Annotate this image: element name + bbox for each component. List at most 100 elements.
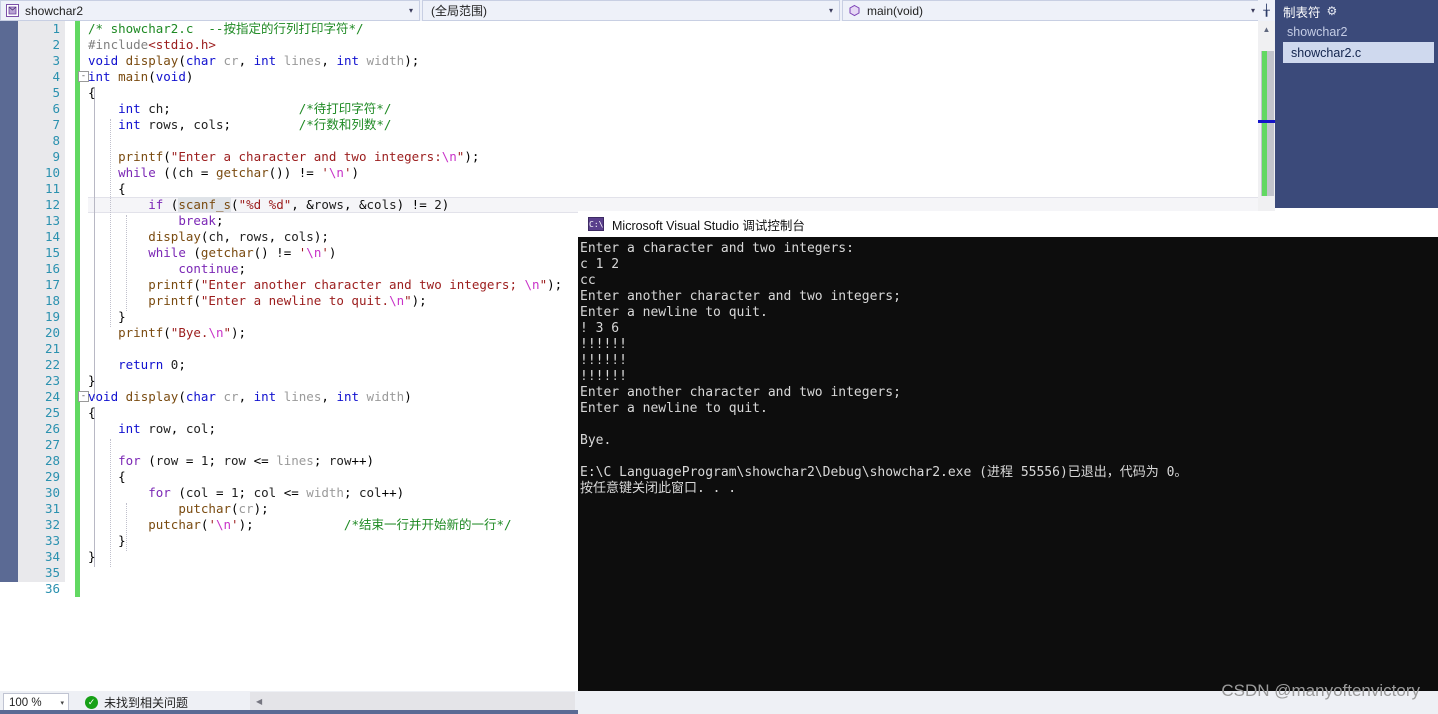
- change-bar: [75, 53, 80, 69]
- line-number: 4: [52, 69, 60, 84]
- code-text: continue;: [178, 261, 247, 276]
- change-bar: [75, 85, 80, 101]
- line-number: 35: [44, 565, 60, 580]
- console-output-line: Enter a newline to quit.: [580, 305, 768, 320]
- change-bar: [75, 229, 80, 245]
- tool-panel-header: 制表符 ⚙: [1275, 0, 1438, 22]
- console-output-line: 按任意键关闭此窗口. . .: [580, 481, 737, 496]
- code-text: void display(char cr, int lines, int wid…: [88, 53, 420, 68]
- line-number: 30: [44, 485, 60, 500]
- project-icon: [1, 0, 23, 21]
- code-line[interactable]: 8: [0, 133, 1258, 149]
- console-output: Enter a character and two integers: c 1 2…: [578, 237, 1438, 497]
- line-number: 9: [52, 149, 60, 164]
- line-number: 5: [52, 85, 60, 100]
- line-number: 2: [52, 37, 60, 52]
- console-output-line: !!!!!!: [580, 369, 627, 384]
- code-text: {: [88, 405, 96, 420]
- line-number: 18: [44, 293, 60, 308]
- scrollbar-change-bar: [1262, 51, 1267, 196]
- gear-icon[interactable]: ⚙: [1327, 4, 1338, 18]
- debug-console-window[interactable]: C:\ Microsoft Visual Studio 调试控制台 Enter …: [578, 211, 1438, 714]
- change-bar: [75, 101, 80, 117]
- change-bar: [75, 341, 80, 357]
- code-line[interactable]: 2 #include<stdio.h>: [0, 37, 1258, 53]
- change-bar: [75, 325, 80, 341]
- line-number: 20: [44, 325, 60, 340]
- change-bar: [75, 421, 80, 437]
- change-bar: [75, 501, 80, 517]
- code-text: int ch; /*待打印字符*/: [118, 101, 392, 116]
- scroll-up-arrow-icon[interactable]: ▲: [1258, 21, 1275, 37]
- console-output-line: Bye.: [580, 433, 612, 448]
- code-text: {: [88, 85, 96, 100]
- line-number: 14: [44, 229, 60, 244]
- code-text: printf("Enter another character and two …: [148, 277, 563, 292]
- tool-panel-item-project[interactable]: showchar2: [1275, 22, 1438, 42]
- code-line[interactable]: 10 while ((ch = getchar()) != '\n'): [0, 165, 1258, 181]
- project-selector-dropdown[interactable]: showchar2 ▾: [0, 0, 420, 21]
- code-text: void display(char cr, int lines, int wid…: [88, 389, 412, 404]
- split-view-button[interactable]: ╁: [1258, 0, 1275, 21]
- scope-selector-dropdown[interactable]: (全局范围) ▾: [422, 0, 840, 21]
- console-output-line: Enter a character and two integers:: [580, 241, 854, 256]
- code-line[interactable]: 9 printf("Enter a character and two inte…: [0, 149, 1258, 165]
- code-line[interactable]: 4- int main(void): [0, 69, 1258, 85]
- code-line[interactable]: 11 {: [0, 181, 1258, 197]
- change-bar: [75, 437, 80, 453]
- member-selector-dropdown[interactable]: main(void) ▾: [842, 0, 1262, 21]
- change-bar: [75, 533, 80, 549]
- change-bar: [75, 197, 80, 213]
- status-bar-accent-line: [0, 710, 578, 714]
- chevron-down-icon[interactable]: ▾: [60, 699, 64, 707]
- line-number: 7: [52, 117, 60, 132]
- navigation-bar: showchar2 ▾ (全局范围) ▾ main(void) ▾: [0, 0, 1275, 21]
- chevron-down-icon[interactable]: ▾: [403, 6, 419, 15]
- project-selector-label: showchar2: [25, 3, 84, 18]
- change-bar: [75, 293, 80, 309]
- chevron-down-icon[interactable]: ▾: [823, 6, 839, 15]
- console-icon: C:\: [588, 217, 604, 231]
- line-number: 8: [52, 133, 60, 148]
- change-bar: [75, 245, 80, 261]
- change-bar: [75, 581, 80, 597]
- code-text: int rows, cols; /*行数和列数*/: [118, 117, 392, 132]
- change-bar: [75, 485, 80, 501]
- status-message: 未找到相关问题: [104, 696, 189, 710]
- code-line[interactable]: 3 void display(char cr, int lines, int wi…: [0, 53, 1258, 69]
- console-output-line: !!!!!!: [580, 353, 627, 368]
- change-bar: [75, 565, 80, 581]
- console-output-line: ! 3 6: [580, 321, 620, 336]
- code-text: for (row = 1; row <= lines; row++): [118, 453, 375, 468]
- code-line[interactable]: 6 int ch; /*待打印字符*/: [0, 101, 1258, 117]
- zoom-level-label: 100 %: [9, 696, 42, 709]
- code-text: printf("Bye.\n");: [118, 325, 247, 340]
- line-number: 10: [44, 165, 60, 180]
- code-text: for (col = 1; col <= width; col++): [148, 485, 405, 500]
- code-text: while (getchar() != '\n'): [148, 245, 337, 260]
- change-bar: [75, 261, 80, 277]
- code-line[interactable]: 5{: [0, 85, 1258, 101]
- code-text: {: [88, 181, 126, 196]
- change-bar: [75, 453, 80, 469]
- line-number: 28: [44, 453, 60, 468]
- line-number: 19: [44, 309, 60, 324]
- code-text: }: [88, 533, 126, 548]
- console-title-label: Microsoft Visual Studio 调试控制台: [612, 218, 805, 233]
- change-bar: [75, 21, 80, 37]
- change-bar: [75, 117, 80, 133]
- scroll-left-arrow-icon[interactable]: ◀: [256, 697, 262, 706]
- console-output-line: Enter a newline to quit.: [580, 401, 768, 416]
- console-title-bar[interactable]: C:\ Microsoft Visual Studio 调试控制台: [578, 211, 1438, 237]
- line-number: 21: [44, 341, 60, 356]
- code-line[interactable]: 7 int rows, cols; /*行数和列数*/: [0, 117, 1258, 133]
- editor-horizontal-scrollbar[interactable]: ◀: [250, 692, 575, 711]
- line-number: 13: [44, 213, 60, 228]
- code-line[interactable]: 1 /* showchar2.c --按指定的行列打印字符*/: [0, 21, 1258, 37]
- scope-selector-label: (全局范围): [431, 4, 487, 18]
- console-output-line: !!!!!!: [580, 337, 627, 352]
- tab-tool-panel: 制表符 ⚙ showchar2 showchar2.c: [1275, 0, 1438, 208]
- code-text: }: [88, 309, 126, 324]
- tool-panel-item-file[interactable]: showchar2.c: [1283, 42, 1434, 63]
- visual-studio-window: showchar2 ▾ (全局范围) ▾ main(void) ▾ ╁ 制表符 …: [0, 0, 1438, 714]
